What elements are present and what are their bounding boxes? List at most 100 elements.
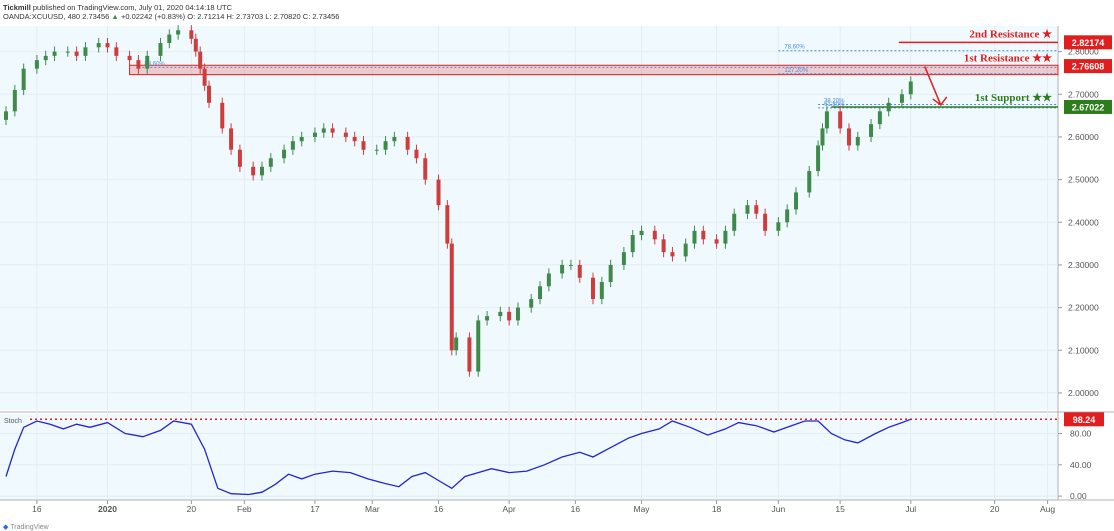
price-tick-label: 2.10000 <box>1068 345 1099 355</box>
candle-body <box>529 299 534 308</box>
candle-body <box>105 43 110 48</box>
stoch-title: Stoch <box>4 418 22 425</box>
candle-body <box>515 307 520 321</box>
time-tick-label: May <box>634 504 651 514</box>
price-tick-label: 2.50000 <box>1068 175 1099 185</box>
time-tick-label: 20 <box>187 504 197 514</box>
candle-body <box>908 81 913 95</box>
candle-body <box>423 158 428 180</box>
time-tick-label: 15 <box>835 504 845 514</box>
candle-body <box>127 55 132 61</box>
candle-body <box>467 337 472 372</box>
candle-body <box>229 128 234 150</box>
tradingview-logo[interactable]: ◆ TradingView <box>3 523 49 531</box>
candle-body <box>886 102 891 112</box>
time-tick-label: Mar <box>365 504 380 514</box>
candle-body <box>189 30 194 39</box>
time-tick-label: 20 <box>990 504 1000 514</box>
stoch-tick-label: 80.00 <box>1070 429 1092 439</box>
candle-body <box>74 51 79 56</box>
candle-body <box>498 311 503 317</box>
time-tick-label: 2020 <box>98 504 117 514</box>
candle-body <box>546 273 551 287</box>
candle-body <box>776 222 781 231</box>
candle-body <box>807 171 812 193</box>
candle-body <box>846 128 851 146</box>
fib-786-line-label: 78.60% <box>784 45 805 51</box>
candle-body <box>476 320 481 372</box>
candle-body <box>414 149 419 159</box>
fib-1272-line-label: 127.20% <box>784 68 808 74</box>
candle-body <box>485 316 490 321</box>
chart-canvas[interactable]: 2.800002.700002.600002.500002.400002.300… <box>0 0 1114 531</box>
price-tick-label: 2.40000 <box>1068 217 1099 227</box>
candle-body <box>816 145 821 172</box>
candle-body <box>701 230 706 240</box>
candle-body <box>207 85 212 103</box>
candle-body <box>290 141 295 150</box>
candle-body <box>449 243 454 351</box>
candle-body <box>343 132 348 137</box>
candle-body <box>392 136 397 142</box>
candle-body <box>52 51 57 56</box>
candle-body <box>838 111 843 129</box>
time-tick-label: Jun <box>772 504 786 514</box>
candle-body <box>692 230 697 244</box>
time-tick-label: Jul <box>905 504 916 514</box>
candle-body <box>65 51 70 53</box>
time-tick-label: Feb <box>237 504 252 514</box>
candle-body <box>34 60 39 69</box>
time-tick-label: Aug <box>1040 504 1055 514</box>
candle-body <box>639 230 644 236</box>
candle-body <box>621 252 626 265</box>
time-tick-label: 16 <box>32 504 42 514</box>
support-1-price-tag-label: 2.67022 <box>1072 102 1105 112</box>
candle-body <box>652 230 657 240</box>
candle-body <box>820 128 825 146</box>
candle-body <box>193 38 198 52</box>
candle-body <box>560 264 565 274</box>
candle-body <box>824 111 829 129</box>
candle-body <box>12 90 17 112</box>
logo-icon: ◆ <box>3 524 9 531</box>
time-tick-label: 17 <box>310 504 320 514</box>
stoch-value-label: 98.24 <box>1073 415 1096 425</box>
candle-body <box>352 136 357 142</box>
candle-body <box>577 264 582 278</box>
price-tick-label: 2.60000 <box>1068 132 1099 142</box>
time-tick-label: 16 <box>571 504 581 514</box>
candle-body <box>877 111 882 125</box>
candle-body <box>723 230 728 244</box>
stoch-pane-background <box>0 414 1058 500</box>
candle-body <box>405 136 410 150</box>
candle-body <box>21 68 26 90</box>
candle-body <box>259 166 264 176</box>
price-tick-label: 2.70000 <box>1068 89 1099 99</box>
candle-body <box>445 205 450 244</box>
candle-body <box>661 239 666 253</box>
candle-body <box>454 337 459 351</box>
candle-body <box>361 141 366 150</box>
candle-body <box>538 286 543 300</box>
price-tick-label: 2.20000 <box>1068 303 1099 313</box>
time-tick-label: Apr <box>503 504 516 514</box>
candle-body <box>683 243 688 257</box>
candle-body <box>899 94 904 103</box>
candle-body <box>670 252 675 257</box>
candle-body <box>590 277 595 300</box>
candle-body <box>114 47 119 56</box>
candle-body <box>507 311 512 321</box>
time-tick-label: 16 <box>434 504 444 514</box>
candle-body <box>158 43 163 56</box>
candle-body <box>869 124 874 137</box>
price-tick-label: 2.00000 <box>1068 388 1099 398</box>
candle-body <box>855 136 860 146</box>
candle-body <box>220 102 225 129</box>
candle-body <box>198 51 203 69</box>
candle-body <box>745 205 750 214</box>
candle-body <box>630 235 635 253</box>
support-1-label: 1st Support ★★ <box>975 92 1052 104</box>
candle-body <box>268 158 273 167</box>
candle-body <box>145 55 150 69</box>
candle-body <box>383 141 388 150</box>
